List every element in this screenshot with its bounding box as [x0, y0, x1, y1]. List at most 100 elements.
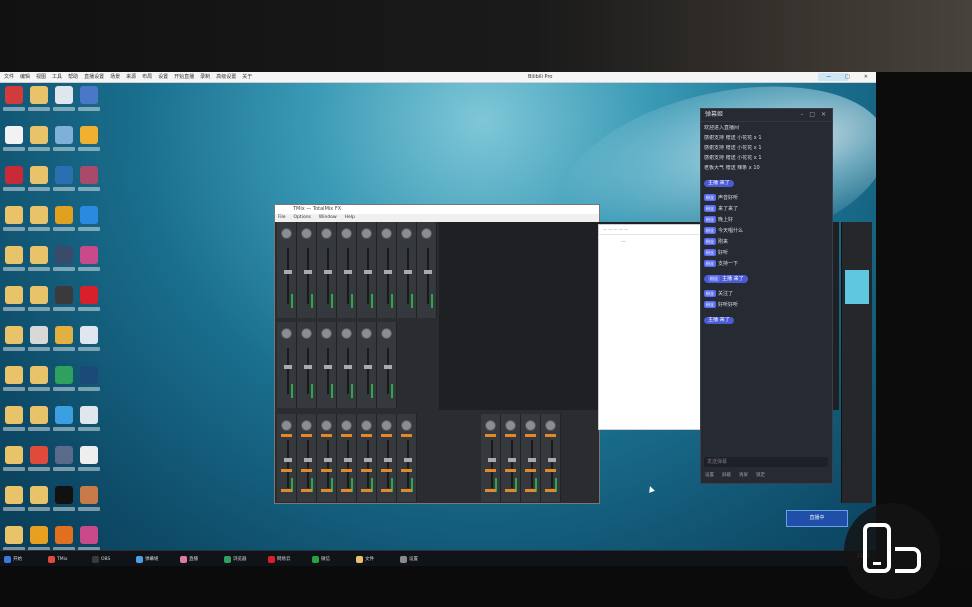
desktop-icon[interactable]	[77, 404, 101, 444]
desktop-icon[interactable]	[2, 244, 26, 284]
mixer-button[interactable]	[545, 469, 556, 472]
mixer-button[interactable]	[321, 469, 332, 472]
app-menu-item[interactable]: 工具	[52, 72, 62, 82]
gain-knob[interactable]	[301, 420, 312, 431]
gain-knob[interactable]	[545, 420, 556, 431]
fader-handle[interactable]	[363, 458, 372, 462]
desktop-icon[interactable]	[77, 84, 101, 124]
desktop-icon[interactable]	[2, 84, 26, 124]
desktop-icon[interactable]	[52, 364, 76, 404]
desktop-icon[interactable]	[27, 204, 51, 244]
gain-knob[interactable]	[321, 328, 332, 339]
gain-knob[interactable]	[361, 328, 372, 339]
mixer-channel-strip[interactable]	[377, 322, 397, 408]
mixer-channel-strip[interactable]	[297, 222, 317, 318]
app-menu-item[interactable]: 帮助	[68, 72, 78, 82]
gain-knob[interactable]	[321, 420, 332, 431]
mixer-button[interactable]	[361, 489, 372, 492]
taskbar-item[interactable]: OBS	[92, 554, 110, 564]
desktop-icon[interactable]	[27, 244, 51, 284]
taskbar-item[interactable]: TMix	[48, 554, 68, 564]
desktop-icon[interactable]	[52, 484, 76, 524]
mixer-button[interactable]	[381, 489, 392, 492]
maximize-button[interactable]: □	[845, 72, 850, 82]
app-menu-item[interactable]: 关于	[242, 72, 252, 82]
gain-knob[interactable]	[301, 228, 312, 239]
mixer-menu-item[interactable]: Help	[345, 214, 355, 222]
mixer-channel-strip[interactable]	[337, 222, 357, 318]
desktop-icon[interactable]	[52, 204, 76, 244]
app-menu-item[interactable]: 开始直播	[174, 72, 194, 82]
mixer-channel-strip[interactable]	[337, 414, 357, 502]
mixer-channel-strip[interactable]	[521, 414, 541, 502]
mixer-window[interactable]: TMix — TotalMix FX File Options Window Help	[274, 204, 872, 504]
desktop-icon[interactable]	[52, 124, 76, 164]
mixer-button[interactable]	[301, 489, 312, 492]
mixer-channel-strip[interactable]	[317, 414, 337, 502]
fader-handle[interactable]	[403, 458, 412, 462]
fader-handle[interactable]	[383, 365, 392, 369]
mixer-channel-strip[interactable]	[317, 322, 337, 408]
desktop-icon[interactable]	[77, 484, 101, 524]
mixer-button[interactable]	[525, 489, 536, 492]
fader-handle[interactable]	[343, 458, 352, 462]
taskbar-item[interactable]: 文件	[356, 554, 374, 564]
mixer-channel-strip[interactable]	[297, 322, 317, 408]
chat-panel[interactable]: 弹幕姬 – □ ✕ 欢迎进入直播间 感谢支持 赠送 小花花 x 1 感谢支持 赠送 …	[700, 108, 833, 484]
rotate-screen-button[interactable]	[844, 503, 940, 599]
desktop-icon[interactable]	[27, 84, 51, 124]
mixer-channel-strip[interactable]	[277, 322, 297, 408]
app-menu-item[interactable]: 录制	[200, 72, 210, 82]
mixer-button[interactable]	[321, 434, 332, 437]
desktop-icon[interactable]	[27, 164, 51, 204]
desktop-icon[interactable]	[2, 484, 26, 524]
desktop-icon[interactable]	[2, 284, 26, 324]
fader-handle[interactable]	[303, 270, 312, 274]
fader-handle[interactable]	[403, 270, 412, 274]
desktop-icon[interactable]	[77, 164, 101, 204]
mixer-channel-strip[interactable]	[377, 414, 397, 502]
mixer-channel-strip[interactable]	[277, 222, 297, 318]
mixer-button[interactable]	[485, 489, 496, 492]
taskbar-item[interactable]: 网易云	[268, 554, 291, 564]
mixer-channel-strip[interactable]	[337, 322, 357, 408]
taskbar-item[interactable]: 开始	[4, 554, 22, 564]
mixer-button[interactable]	[401, 469, 412, 472]
chat-footer-button[interactable]: 锁定	[756, 472, 765, 478]
mixer-channel-strip[interactable]	[541, 414, 561, 502]
mixer-channel-strip[interactable]	[357, 222, 377, 318]
desktop-icon[interactable]	[2, 324, 26, 364]
fader-handle[interactable]	[383, 270, 392, 274]
mixer-channel-strip[interactable]	[297, 414, 317, 502]
mixer-button[interactable]	[361, 469, 372, 472]
fader-handle[interactable]	[487, 458, 496, 462]
chat-footer-button[interactable]: 屏蔽	[722, 472, 731, 478]
gain-knob[interactable]	[381, 228, 392, 239]
app-menu-item[interactable]: 场景	[110, 72, 120, 82]
desktop-icon[interactable]	[52, 324, 76, 364]
mixer-menu-item[interactable]: Options	[294, 214, 311, 222]
gain-knob[interactable]	[505, 420, 516, 431]
mixer-button[interactable]	[505, 469, 516, 472]
mixer-button[interactable]	[341, 489, 352, 492]
desktop-icon[interactable]	[27, 444, 51, 484]
app-menu-item[interactable]: 文件	[4, 72, 14, 82]
mixer-channel-strip[interactable]	[377, 222, 397, 318]
gain-knob[interactable]	[401, 228, 412, 239]
gain-knob[interactable]	[341, 228, 352, 239]
fader-handle[interactable]	[343, 270, 352, 274]
desktop-icon[interactable]	[2, 364, 26, 404]
mixer-button[interactable]	[485, 469, 496, 472]
live-badge[interactable]: 直播中	[786, 510, 848, 527]
fader-handle[interactable]	[323, 458, 332, 462]
desktop-icon[interactable]	[27, 404, 51, 444]
chat-footer-button[interactable]: 清屏	[739, 472, 748, 478]
mixer-button[interactable]	[281, 489, 292, 492]
gain-knob[interactable]	[485, 420, 496, 431]
gain-knob[interactable]	[381, 328, 392, 339]
mixer-channel-strip[interactable]	[397, 222, 417, 318]
gain-knob[interactable]	[281, 228, 292, 239]
fader-handle[interactable]	[303, 365, 312, 369]
taskbar-item[interactable]: 设置	[400, 554, 418, 564]
desktop-icon[interactable]	[27, 124, 51, 164]
